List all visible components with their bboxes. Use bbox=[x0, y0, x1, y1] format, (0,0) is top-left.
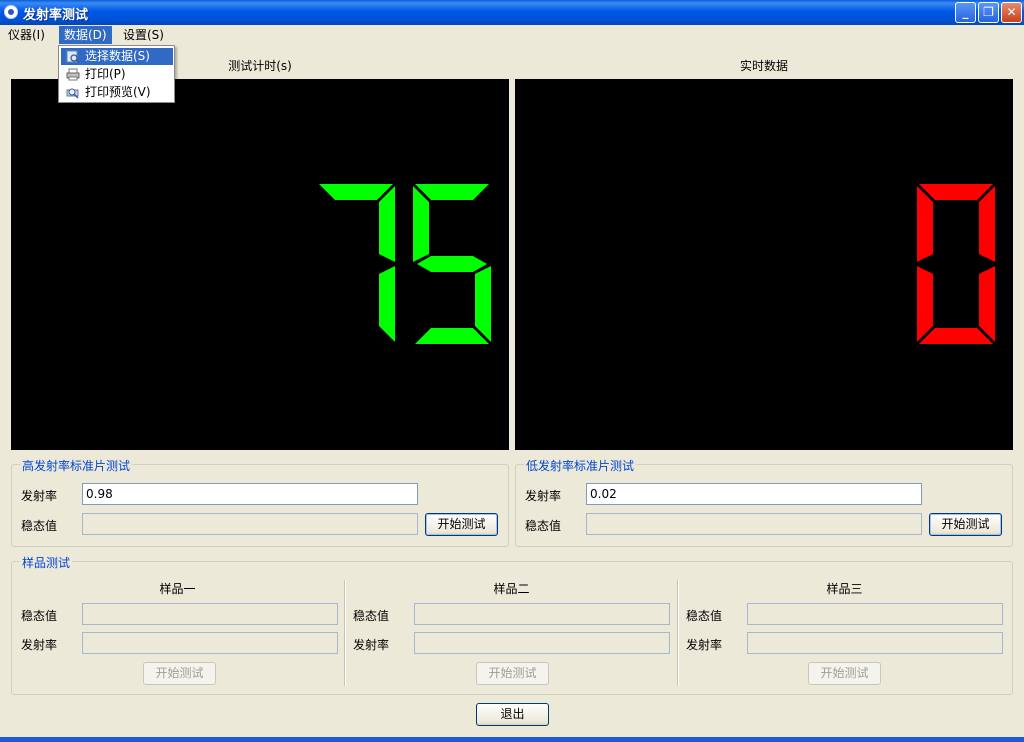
segment-a bbox=[319, 184, 393, 200]
segment-a bbox=[415, 184, 489, 200]
sample-2-steady-field[interactable] bbox=[414, 603, 670, 625]
realtime-seven-segment bbox=[917, 184, 995, 344]
app-icon[interactable] bbox=[4, 5, 18, 19]
menu-data[interactable]: 数据(D) bbox=[59, 26, 112, 44]
menu-item-select-data[interactable]: 选择数据(S) bbox=[61, 48, 173, 65]
timer-digits bbox=[319, 184, 491, 344]
sample-2-emissivity-field[interactable] bbox=[414, 632, 670, 654]
menu-item-label: 打印(P) bbox=[85, 67, 126, 81]
high-std-title: 高发射率标准片测试 bbox=[20, 457, 133, 474]
sample-2-steady-label: 稳态值 bbox=[353, 609, 390, 623]
low-emissivity-field[interactable]: 0.02 bbox=[586, 483, 922, 505]
exit-button[interactable]: 退出 bbox=[476, 703, 549, 726]
menu-item-print[interactable]: 打印(P) bbox=[61, 66, 173, 83]
sample-group-title: 样品测试 bbox=[20, 554, 73, 571]
timer-seven-segment bbox=[319, 184, 491, 344]
restore-button[interactable]: ❐ bbox=[978, 2, 999, 23]
digit bbox=[413, 184, 491, 344]
segment-e bbox=[917, 266, 933, 342]
segment-f bbox=[917, 186, 933, 262]
low-steady-label: 稳态值 bbox=[525, 519, 562, 533]
segment-d bbox=[415, 328, 489, 344]
select-data-icon bbox=[66, 50, 80, 63]
segment-c bbox=[475, 266, 491, 342]
menu-bar: 仪器(I) 数据(D) 设置(S) bbox=[0, 25, 1024, 45]
taskbar-strip bbox=[0, 737, 1024, 742]
title-bar[interactable]: 发射率测试 _ ❐ ✕ bbox=[0, 0, 1024, 25]
window-title: 发射率测试 bbox=[23, 8, 89, 23]
sample-1-emissivity-field[interactable] bbox=[82, 632, 338, 654]
sample-2-emissivity-label: 发射率 bbox=[353, 638, 390, 652]
sample-3-emissivity-label: 发射率 bbox=[686, 638, 723, 652]
print-preview-icon bbox=[66, 88, 79, 99]
digit bbox=[917, 184, 995, 344]
sample-2-start-button[interactable]: 开始测试 bbox=[476, 662, 549, 685]
segment-f bbox=[413, 186, 429, 262]
menu-item-label: 打印预览(V) bbox=[85, 85, 151, 99]
low-std-title: 低发射率标准片测试 bbox=[524, 457, 637, 474]
menu-item-print-preview[interactable]: 打印预览(V) bbox=[61, 84, 173, 101]
sample-3-start-button[interactable]: 开始测试 bbox=[808, 662, 881, 685]
high-emissivity-field[interactable]: 0.98 bbox=[82, 483, 418, 505]
close-button[interactable]: ✕ bbox=[1001, 2, 1022, 23]
sample-3-title: 样品三 bbox=[826, 582, 863, 596]
sample-1-steady-label: 稳态值 bbox=[21, 609, 58, 623]
timer-display bbox=[11, 79, 509, 450]
segment-a bbox=[919, 184, 993, 200]
realtime-display bbox=[515, 79, 1013, 450]
sample-1-start-button[interactable]: 开始测试 bbox=[143, 662, 216, 685]
segment-c bbox=[379, 266, 395, 342]
segment-c bbox=[979, 266, 995, 342]
menu-item-label: 选择数据(S) bbox=[85, 49, 150, 63]
realtime-digits bbox=[917, 184, 995, 344]
printer-icon bbox=[66, 68, 80, 81]
high-emissivity-label: 发射率 bbox=[21, 489, 58, 503]
segment-b bbox=[979, 186, 995, 262]
high-steady-label: 稳态值 bbox=[21, 519, 58, 533]
sample-3-steady-label: 稳态值 bbox=[686, 609, 723, 623]
data-menu-dropdown: 选择数据(S) 打印(P) 打印预览(V) bbox=[58, 45, 175, 103]
sample-1-emissivity-label: 发射率 bbox=[21, 638, 58, 652]
sample-2-title: 样品二 bbox=[493, 582, 530, 596]
sample-1-steady-field[interactable] bbox=[82, 603, 338, 625]
segment-g bbox=[417, 256, 487, 272]
menu-instrument[interactable]: 仪器(I) bbox=[3, 26, 50, 44]
digit bbox=[319, 184, 395, 342]
menu-settings[interactable]: 设置(S) bbox=[118, 26, 169, 44]
sample-3-steady-field[interactable] bbox=[747, 603, 1003, 625]
sample-1-title: 样品一 bbox=[159, 582, 196, 596]
minimize-button[interactable]: _ bbox=[955, 2, 976, 23]
segment-b bbox=[379, 186, 395, 262]
low-start-button[interactable]: 开始测试 bbox=[929, 513, 1002, 536]
sample-3-emissivity-field[interactable] bbox=[747, 632, 1003, 654]
low-steady-field[interactable] bbox=[586, 513, 922, 535]
segment-d bbox=[919, 328, 993, 344]
high-steady-field[interactable] bbox=[82, 513, 418, 535]
low-emissivity-label: 发射率 bbox=[525, 489, 562, 503]
high-start-button[interactable]: 开始测试 bbox=[425, 513, 498, 536]
realtime-label: 实时数据 bbox=[739, 59, 788, 73]
